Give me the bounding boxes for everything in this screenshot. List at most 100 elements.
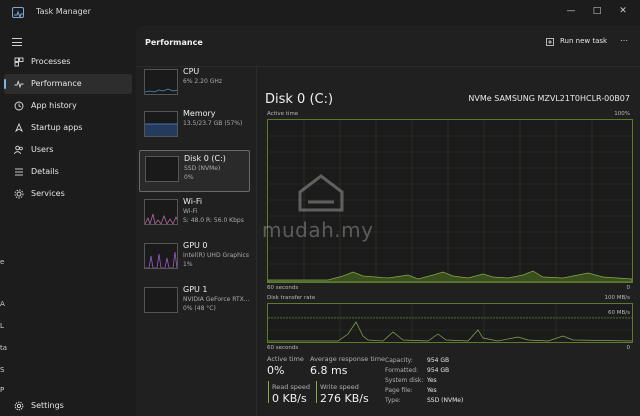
device-detail-2: S: 48.0 R: 56.0 Kbps bbox=[183, 217, 244, 224]
type-label: Type: bbox=[385, 397, 401, 404]
task-manager-app-icon bbox=[12, 7, 24, 19]
read-speed-label: Read speed bbox=[272, 383, 311, 391]
background-window-edge: e A L ta S P bbox=[0, 250, 8, 416]
device-cpu[interactable]: CPU 6% 2.20 GHz bbox=[139, 64, 250, 106]
window-title: Task Manager bbox=[36, 7, 91, 16]
active-time-chart-min: 0 bbox=[626, 285, 631, 291]
transfer-rate-chart-min: 0 bbox=[626, 345, 631, 351]
disk-model: NVMe SAMSUNG MZVL21T0HCLR-00B07 bbox=[468, 94, 630, 103]
edge-text: P bbox=[0, 386, 5, 394]
settings-gear-icon bbox=[14, 401, 24, 411]
edge-text: L bbox=[0, 322, 4, 330]
edge-text: ta bbox=[0, 344, 8, 352]
disk-title: Disk 0 (C:) bbox=[265, 92, 334, 107]
system-disk-value: Yes bbox=[427, 377, 437, 384]
avg-response-value: 6.8 ms bbox=[310, 364, 348, 377]
device-detail: 6% 2.20 GHz bbox=[183, 78, 223, 85]
active-time-value: 0% bbox=[267, 364, 285, 377]
system-disk-label: System disk: bbox=[385, 377, 424, 384]
transfer-rate-secondary-scale: 60 MB/s bbox=[608, 310, 630, 316]
device-gpu1[interactable]: GPU 1 NVIDIA GeForce RTX... 0% (48 °C) bbox=[139, 282, 250, 324]
nav-item-app-history[interactable]: App history bbox=[4, 96, 132, 116]
edge-text: S bbox=[0, 366, 5, 374]
transfer-rate-chart-time: 60 seconds bbox=[267, 345, 299, 351]
maximize-button[interactable]: □ bbox=[588, 3, 606, 19]
performance-icon bbox=[14, 80, 24, 89]
processes-icon bbox=[14, 57, 24, 67]
type-value: SSD (NVMe) bbox=[427, 397, 464, 404]
close-button[interactable]: ✕ bbox=[614, 3, 632, 19]
performance-content: Performance Run new task ⋯ CPU 6% 2.20 G… bbox=[136, 26, 640, 416]
device-detail-2: 0% (48 °C) bbox=[183, 305, 216, 312]
device-detail: Wi-Fi bbox=[183, 208, 198, 215]
device-name: Wi-Fi bbox=[183, 197, 203, 206]
device-detail: SSD (NVMe) bbox=[184, 165, 221, 172]
nav-item-startup-apps[interactable]: Startup apps bbox=[4, 118, 132, 138]
read-speed-indicator bbox=[268, 381, 269, 403]
device-gpu0[interactable]: GPU 0 Intel(R) UHD Graphics 1% bbox=[139, 238, 250, 280]
device-detail: NVIDIA GeForce RTX... bbox=[183, 296, 249, 303]
device-name: GPU 0 bbox=[183, 241, 208, 250]
hamburger-menu-icon[interactable] bbox=[12, 38, 22, 46]
read-speed-value: 0 KB/s bbox=[272, 392, 307, 405]
run-new-task-label: Run new task bbox=[560, 37, 608, 45]
device-name: CPU bbox=[183, 67, 200, 76]
avg-response-label: Average response time bbox=[310, 355, 386, 363]
write-speed-value: 276 KB/s bbox=[320, 392, 369, 405]
page-file-label: Page file: bbox=[385, 387, 413, 394]
page-file-value: Yes bbox=[427, 387, 437, 394]
nav-item-users[interactable]: Users bbox=[4, 140, 132, 160]
nav-item-details[interactable]: Details bbox=[4, 162, 132, 182]
capacity-value: 954 GB bbox=[427, 357, 450, 364]
edge-text: e bbox=[0, 258, 5, 266]
minimize-button[interactable]: — bbox=[562, 3, 580, 19]
device-memory[interactable]: Memory 13.5/23.7 GB (57%) bbox=[139, 106, 250, 148]
device-detail-2: 1% bbox=[183, 261, 193, 268]
watermark-logo-icon bbox=[298, 174, 344, 212]
active-time-chart-max: 100% bbox=[614, 111, 630, 117]
nav-item-performance[interactable]: Performance bbox=[4, 74, 132, 94]
transfer-rate-chart-label: Disk transfer rate bbox=[267, 295, 316, 301]
nav-label-processes: Processes bbox=[31, 57, 71, 66]
nav-label-services: Services bbox=[31, 189, 65, 198]
device-name: Disk 0 (C:) bbox=[184, 154, 226, 163]
write-speed-indicator bbox=[316, 381, 317, 403]
device-name: GPU 1 bbox=[183, 285, 208, 294]
nav-item-services[interactable]: Services bbox=[4, 184, 132, 204]
formatted-value: 954 GB bbox=[427, 367, 450, 374]
formatted-label: Formatted: bbox=[385, 367, 419, 374]
nav-label-settings: Settings bbox=[31, 401, 64, 410]
device-wifi[interactable]: Wi-Fi Wi-Fi S: 48.0 R: 56.0 Kbps bbox=[139, 194, 250, 236]
transfer-rate-graph bbox=[268, 304, 633, 342]
device-detail: Intel(R) UHD Graphics bbox=[183, 252, 249, 259]
run-new-task-button[interactable]: Run new task bbox=[546, 36, 610, 50]
device-disk0[interactable]: Disk 0 (C:) SSD (NVMe) 0% bbox=[139, 150, 250, 192]
nav-item-settings[interactable]: Settings bbox=[4, 396, 132, 416]
nav-label-startup-apps: Startup apps bbox=[31, 123, 83, 132]
startup-apps-icon bbox=[14, 123, 24, 133]
gpu1-thumbnail bbox=[144, 287, 178, 313]
device-name: Memory bbox=[183, 109, 216, 118]
nav-item-processes[interactable]: Processes bbox=[4, 52, 132, 72]
nav-label-details: Details bbox=[31, 167, 59, 176]
device-detail-2: 0% bbox=[184, 174, 194, 181]
gpu0-thumbnail bbox=[144, 243, 178, 269]
watermark-text: mudah.my bbox=[262, 218, 374, 242]
title-bar: Task Manager — □ ✕ bbox=[0, 0, 640, 26]
transfer-rate-chart-max: 100 MB/s bbox=[604, 295, 630, 301]
active-time-chart-label: Active time bbox=[267, 111, 299, 117]
transfer-rate-chart: 60 MB/s bbox=[267, 303, 633, 343]
nav-label-users: Users bbox=[31, 145, 54, 154]
task-manager-window: Task Manager — □ ✕ Processes Performance… bbox=[0, 0, 640, 416]
page-title: Performance bbox=[145, 38, 203, 47]
cpu-thumbnail bbox=[144, 69, 178, 95]
navigation-pane: Processes Performance App history Startu… bbox=[0, 26, 136, 416]
run-task-icon bbox=[546, 38, 554, 46]
device-detail: 13.5/23.7 GB (57%) bbox=[183, 120, 243, 127]
nav-label-app-history: App history bbox=[31, 101, 77, 110]
capacity-label: Capacity: bbox=[385, 357, 413, 364]
more-options-icon[interactable]: ⋯ bbox=[620, 36, 634, 48]
app-history-icon bbox=[14, 101, 24, 111]
active-time-chart-time: 60 seconds bbox=[267, 285, 299, 291]
active-time-label: Active time bbox=[267, 355, 304, 363]
